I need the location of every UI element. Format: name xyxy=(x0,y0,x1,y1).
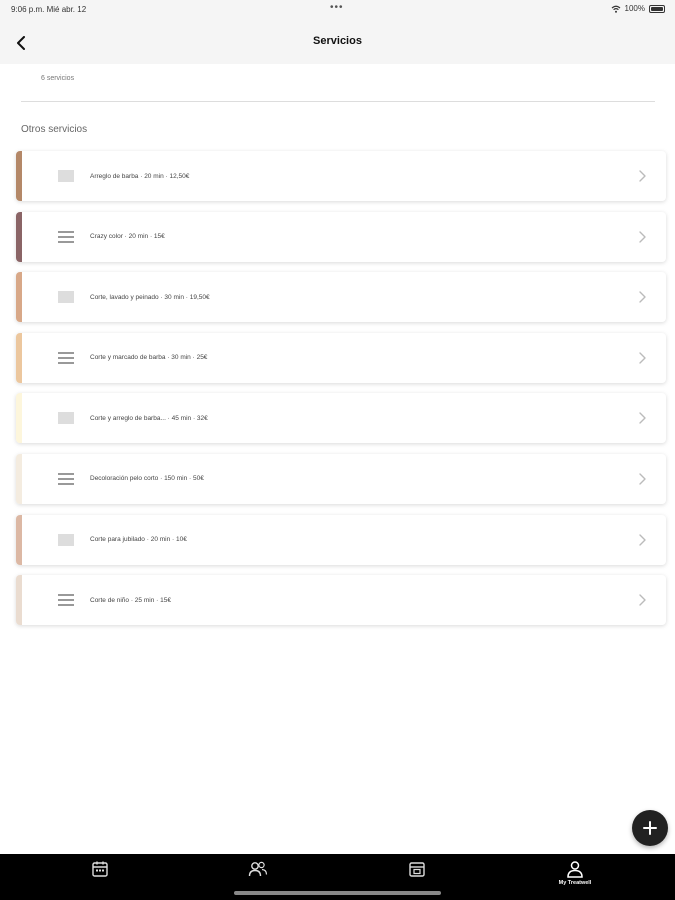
service-row[interactable]: Corte y arreglo de barba... · 45 min · 3… xyxy=(16,393,666,444)
chevron-right-icon xyxy=(639,170,646,182)
drag-handle-icon[interactable] xyxy=(58,351,74,364)
service-label: Corte de niño · 25 min · 15€ xyxy=(90,596,171,604)
image-placeholder-icon xyxy=(58,412,74,425)
wifi-icon xyxy=(611,5,620,13)
service-color-strip xyxy=(16,272,22,323)
services-summary-card[interactable]: 6 servicios xyxy=(21,60,655,102)
service-list: Arreglo de barba · 20 min · 12,50€ Crazy … xyxy=(16,151,666,636)
tab-profile-label: My Treatwell xyxy=(558,880,592,886)
service-label: Corte, lavado y peinado · 30 min · 19,50… xyxy=(90,293,210,301)
chevron-right-icon xyxy=(639,594,646,606)
tab-store[interactable] xyxy=(397,860,437,892)
drag-handle-icon[interactable] xyxy=(58,472,74,485)
service-row[interactable]: Corte y marcado de barba · 30 min · 25€ xyxy=(16,332,666,383)
page-title: Servicios xyxy=(313,35,362,47)
image-placeholder-icon xyxy=(58,533,74,546)
service-row[interactable]: Arreglo de barba · 20 min · 12,50€ xyxy=(16,151,666,201)
image-placeholder-icon xyxy=(58,291,74,304)
service-color-strip xyxy=(16,575,22,626)
add-service-button[interactable] xyxy=(632,810,668,846)
service-color-strip xyxy=(16,393,22,444)
service-label: Crazy color · 20 min · 15€ xyxy=(90,233,165,241)
chevron-right-icon xyxy=(639,352,646,364)
service-color-strip xyxy=(16,332,22,383)
tab-clients[interactable] xyxy=(238,860,278,892)
status-indicators: 100% xyxy=(611,4,665,13)
status-time: 9:06 p.m. Mié abr. 12 xyxy=(11,5,87,14)
service-label: Corte para jubilado · 20 min · 10€ xyxy=(90,536,187,544)
profile-icon xyxy=(567,861,583,878)
services-count: 6 servicios xyxy=(41,75,75,82)
chevron-right-icon xyxy=(639,533,646,546)
chevron-right-icon xyxy=(639,473,646,485)
service-color-strip xyxy=(16,211,22,262)
navigation-bar: Servicios xyxy=(0,20,675,64)
store-icon xyxy=(409,862,425,877)
service-row[interactable]: Corte de niño · 25 min · 15€ xyxy=(16,575,666,626)
chevron-right-icon xyxy=(639,230,646,243)
tab-profile[interactable]: My Treatwell xyxy=(555,860,595,892)
home-indicator[interactable] xyxy=(234,891,441,895)
service-row[interactable]: Decoloración pelo corto · 150 min · 50€ xyxy=(16,453,666,504)
plus-icon xyxy=(643,821,657,835)
service-color-strip xyxy=(16,453,22,504)
image-placeholder-icon xyxy=(58,170,74,182)
battery-icon xyxy=(649,4,665,13)
service-row[interactable]: Crazy color · 20 min · 15€ xyxy=(16,211,666,262)
service-row[interactable]: Corte, lavado y peinado · 30 min · 19,50… xyxy=(16,272,666,323)
section-title: Otros servicios xyxy=(21,124,88,135)
service-color-strip xyxy=(16,514,22,565)
service-label: Decoloración pelo corto · 150 min · 50€ xyxy=(90,475,204,483)
chevron-right-icon xyxy=(639,412,646,425)
calendar-icon xyxy=(92,861,108,877)
users-icon xyxy=(248,861,268,877)
chevron-right-icon xyxy=(639,291,646,303)
service-label: Corte y marcado de barba · 30 min · 25€ xyxy=(90,354,208,362)
drag-handle-icon[interactable] xyxy=(58,230,74,243)
tab-calendar[interactable] xyxy=(80,860,120,892)
status-bar: 9:06 p.m. Mié abr. 12 ••• 100% xyxy=(0,0,675,20)
service-row[interactable]: Corte para jubilado · 20 min · 10€ xyxy=(16,514,666,565)
service-color-strip xyxy=(16,151,22,201)
service-label: Corte y arreglo de barba... · 45 min · 3… xyxy=(90,414,208,422)
service-label: Arreglo de barba · 20 min · 12,50€ xyxy=(90,172,190,180)
multitask-dots[interactable]: ••• xyxy=(330,2,344,13)
drag-handle-icon[interactable] xyxy=(58,594,74,607)
battery-percent: 100% xyxy=(624,4,645,13)
